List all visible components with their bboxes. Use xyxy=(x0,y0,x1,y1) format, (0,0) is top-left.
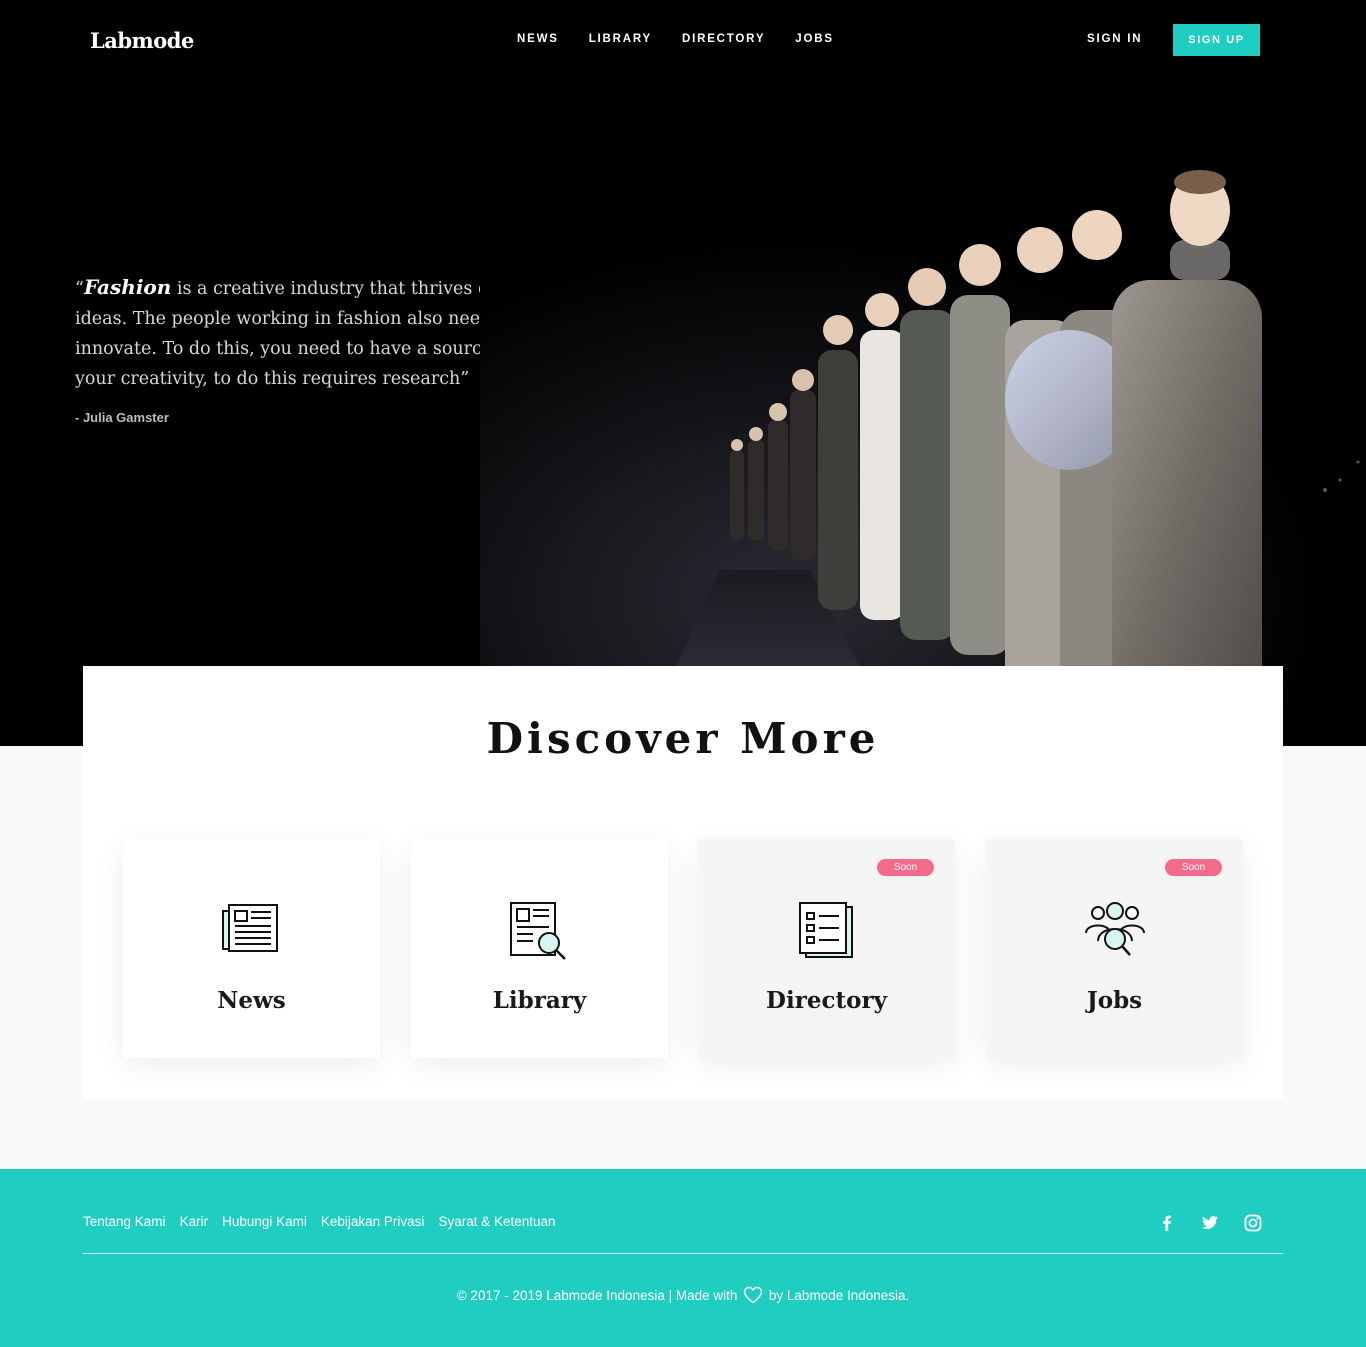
nav-link-news[interactable]: NEWS xyxy=(517,33,559,45)
card-label-directory: Directory xyxy=(766,987,887,1014)
discover-title: Discover More xyxy=(486,714,880,763)
footer-link-karir[interactable]: Karir xyxy=(180,1214,209,1229)
copyright-right: by Labmode Indonesia. xyxy=(768,1288,910,1303)
twitter-icon[interactable] xyxy=(1201,1214,1219,1232)
nav-link-jobs[interactable]: JOBS xyxy=(795,33,834,45)
card-label-library: Library xyxy=(492,987,587,1014)
footer-link-tentang-kami[interactable]: Tentang Kami xyxy=(83,1214,166,1229)
document-search-icon xyxy=(510,902,566,960)
soon-badge: Soon xyxy=(877,859,934,876)
facebook-icon[interactable] xyxy=(1158,1214,1176,1232)
site-footer: Tentang Kami Karir Hubungi Kami Kebijaka… xyxy=(0,1169,1366,1347)
card-library[interactable]: Library xyxy=(411,839,668,1058)
sign-in-link[interactable]: SIGN IN xyxy=(1087,33,1142,45)
newspaper-icon xyxy=(222,904,278,952)
main-nav: NEWS LIBRARY DIRECTORY JOBS xyxy=(517,33,834,45)
footer-link-hubungi-kami[interactable]: Hubungi Kami xyxy=(222,1214,307,1229)
footer-link-syarat-ketentuan[interactable]: Syarat & Ketentuan xyxy=(438,1214,555,1229)
card-label-jobs: Jobs xyxy=(1086,987,1143,1014)
card-label-news: News xyxy=(217,987,286,1014)
quote-open-mark: “ xyxy=(75,279,84,299)
copyright-text: © 2017 - 2019 Labmode Indonesia | Made w… xyxy=(0,1286,1366,1304)
soon-badge: Soon xyxy=(1165,859,1222,876)
footer-nav: Tentang Kami Karir Hubungi Kami Kebijaka… xyxy=(83,1214,556,1229)
discover-section: Discover More News Library Soon Director… xyxy=(83,666,1283,1099)
runway-photo xyxy=(480,150,1366,746)
instagram-icon[interactable] xyxy=(1244,1214,1262,1232)
sign-up-button[interactable]: SIGN UP xyxy=(1173,24,1260,56)
nav-link-directory[interactable]: DIRECTORY xyxy=(682,33,765,45)
directory-list-icon xyxy=(799,902,853,958)
top-navbar: Labmode NEWS LIBRARY DIRECTORY JOBS SIGN… xyxy=(0,0,1366,80)
card-news[interactable]: News xyxy=(123,839,380,1058)
footer-divider xyxy=(83,1253,1283,1254)
brand-logo[interactable]: Labmode xyxy=(90,28,194,53)
copyright-left: © 2017 - 2019 Labmode Indonesia | Made w… xyxy=(456,1288,738,1303)
quote-emphasis: Fashion xyxy=(83,275,172,299)
heart-icon xyxy=(743,1286,763,1304)
footer-link-kebijakan-privasi[interactable]: Kebijakan Privasi xyxy=(321,1214,425,1229)
quote-author: - Julia Gamster xyxy=(75,410,169,425)
card-directory[interactable]: Soon Directory xyxy=(698,839,955,1058)
people-search-icon xyxy=(1085,902,1145,956)
nav-link-library[interactable]: LIBRARY xyxy=(589,33,652,45)
card-jobs[interactable]: Soon Jobs xyxy=(986,839,1243,1058)
hero-section: Labmode NEWS LIBRARY DIRECTORY JOBS SIGN… xyxy=(0,0,1366,746)
